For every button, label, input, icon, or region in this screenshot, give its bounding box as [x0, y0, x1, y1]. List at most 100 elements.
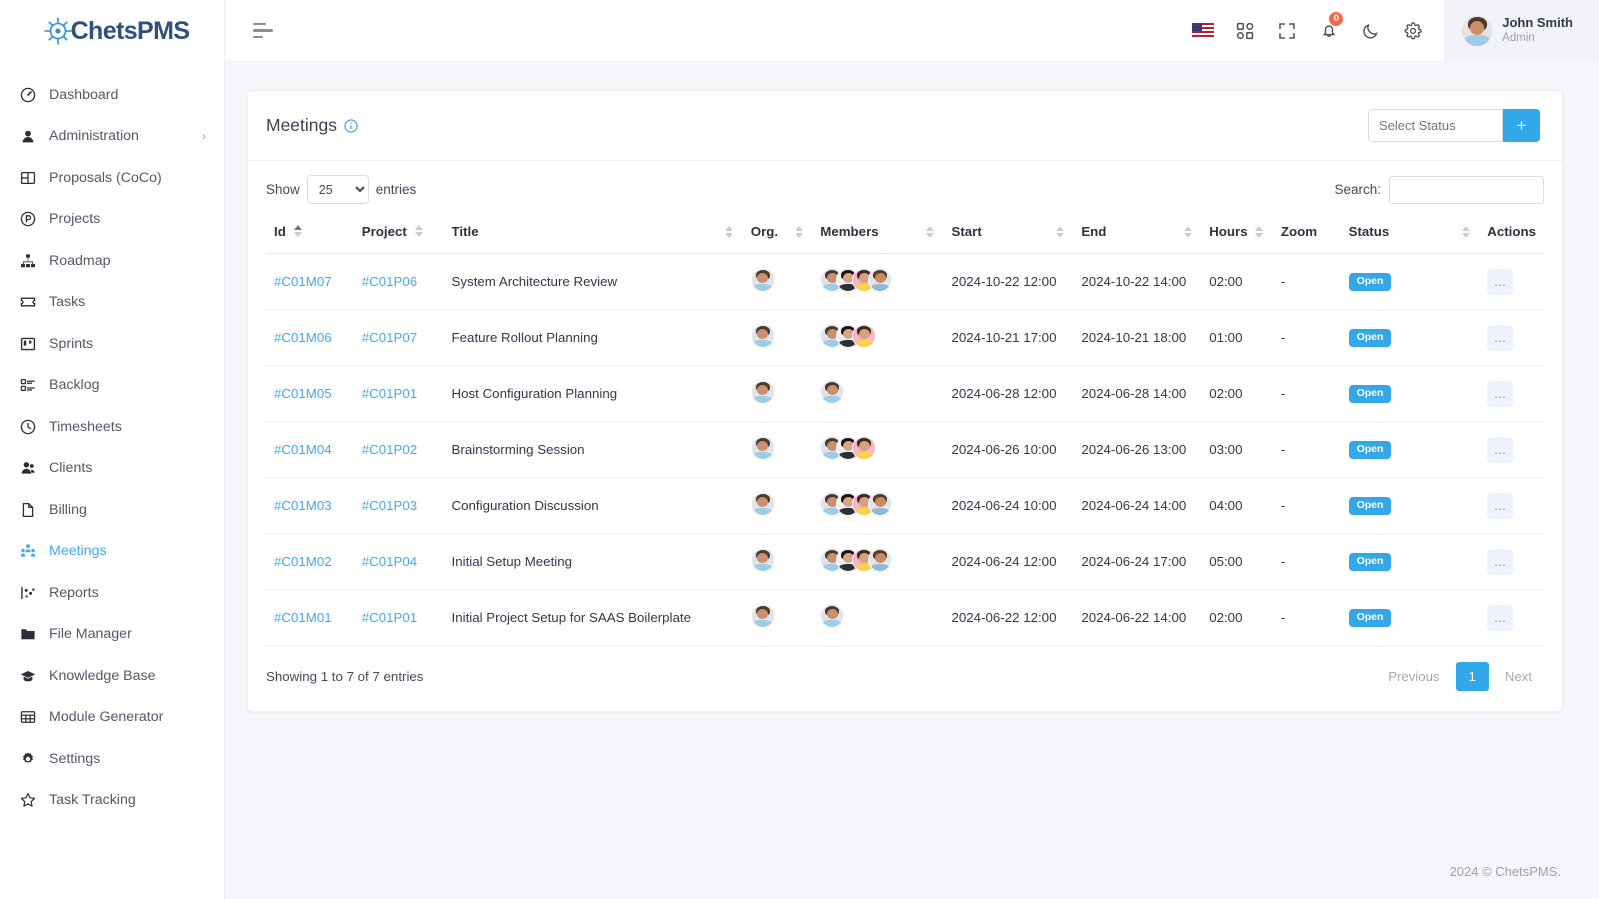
sidebar-item-roadmap[interactable]: Roadmap — [0, 240, 224, 282]
search-input[interactable] — [1389, 175, 1544, 204]
column-header-zoom[interactable]: Zoom — [1272, 214, 1341, 254]
language-flag-icon[interactable] — [1182, 0, 1224, 62]
meeting-id-link[interactable]: #C01M01 — [274, 610, 332, 625]
sidebar-item-settings[interactable]: Settings — [0, 738, 224, 780]
sidebar-item-tasks[interactable]: Tasks — [0, 282, 224, 324]
meeting-id-link[interactable]: #C01M03 — [274, 498, 332, 513]
row-actions-button[interactable]: ... — [1487, 492, 1514, 519]
sidebar-item-backlog[interactable]: Backlog — [0, 365, 224, 407]
sidebar-item-dashboard[interactable]: Dashboard — [0, 74, 224, 116]
member-avatar — [852, 436, 877, 460]
meeting-id-link[interactable]: #C01M02 — [274, 554, 332, 569]
meeting-id-link[interactable]: #C01M05 — [274, 386, 332, 401]
table-row[interactable]: #C01M04 #C01P02 Brainstorming Session 2024-… — [266, 421, 1544, 478]
column-header-project[interactable]: Project — [353, 214, 444, 254]
page-length-select[interactable]: 10 25 50 100 — [306, 175, 369, 204]
sidebar-item-reports[interactable]: Reports — [0, 572, 224, 614]
brand-logo-block[interactable]: ChetsPMS — [0, 0, 224, 62]
column-header-hours[interactable]: Hours — [1201, 214, 1273, 254]
cell-start: 2024-06-24 10:00 — [943, 477, 1074, 534]
board-icon — [20, 336, 42, 352]
apps-grid-icon[interactable] — [1224, 0, 1266, 62]
cell-end: 2024-06-24 14:00 — [1073, 477, 1202, 534]
row-actions-button[interactable]: ... — [1487, 548, 1514, 575]
cell-id: #C01M06 — [266, 309, 354, 366]
table-row[interactable]: #C01M03 #C01P03 Configuration Discussion 20… — [266, 477, 1544, 534]
meeting-id-link[interactable]: #C01M04 — [274, 442, 332, 457]
table-row[interactable]: #C01M06 #C01P07 Feature Rollout Planning 20… — [266, 309, 1544, 366]
column-header-title[interactable]: Title — [443, 214, 743, 254]
pagination-next[interactable]: Next — [1493, 663, 1544, 690]
cell-hours: 02:00 — [1201, 589, 1273, 646]
user-profile-menu[interactable]: John Smith Admin — [1444, 0, 1599, 62]
sidebar-item-proposals[interactable]: Proposals (CoCo) — [0, 157, 224, 199]
sidebar-item-label: Dashboard — [49, 86, 119, 103]
member-avatars — [820, 268, 893, 292]
project-id-link[interactable]: #C01P02 — [362, 442, 417, 457]
clock-icon — [20, 419, 42, 435]
column-header-status[interactable]: Status — [1340, 214, 1480, 254]
row-actions-button[interactable]: ... — [1487, 604, 1514, 631]
project-id-link[interactable]: #C01P07 — [362, 330, 417, 345]
dark-mode-moon-icon[interactable] — [1350, 0, 1392, 62]
settings-gear-icon[interactable] — [1392, 0, 1434, 62]
column-header-id[interactable]: Id — [266, 214, 354, 254]
cell-actions: ... — [1479, 253, 1544, 310]
status-badge: Open — [1348, 441, 1392, 459]
add-meeting-button[interactable]: + — [1503, 109, 1540, 142]
column-label: Id — [274, 224, 286, 239]
select-status-input[interactable] — [1368, 109, 1503, 142]
users-icon — [20, 460, 42, 476]
sidebar-item-sprints[interactable]: Sprints — [0, 323, 224, 365]
sidebar-item-label: Roadmap — [49, 252, 111, 269]
meeting-id-link[interactable]: #C01M07 — [274, 274, 332, 289]
project-id-link[interactable]: #C01P04 — [362, 554, 417, 569]
fullscreen-icon[interactable] — [1266, 0, 1308, 62]
cell-status: Open — [1340, 421, 1480, 478]
column-header-actions[interactable]: Actions — [1479, 214, 1544, 254]
cell-title: Feature Rollout Planning — [443, 309, 743, 366]
meetings-table: Id Project Title Org. Members Start End … — [266, 214, 1544, 646]
sidebar-item-file-manager[interactable]: File Manager — [0, 614, 224, 656]
sort-arrows-icon — [1182, 226, 1193, 238]
sidebar-item-administration[interactable]: Administration › — [0, 116, 224, 158]
sidebar-item-meetings[interactable]: Meetings — [0, 531, 224, 573]
column-header-end[interactable]: End — [1073, 214, 1202, 254]
sidebar-item-task-tracking[interactable]: Task Tracking — [0, 780, 224, 822]
meeting-id-link[interactable]: #C01M06 — [274, 330, 332, 345]
sidebar-item-clients[interactable]: Clients — [0, 448, 224, 490]
table-row[interactable]: #C01M02 #C01P04 Initial Setup Meeting 2024-… — [266, 533, 1544, 590]
hamburger-icon[interactable] — [253, 22, 275, 39]
project-id-link[interactable]: #C01P01 — [362, 386, 417, 401]
table-row[interactable]: #C01M05 #C01P01 Host Configuration Plannin… — [266, 365, 1544, 422]
info-circle-icon[interactable] — [344, 118, 358, 133]
pagination-page-1[interactable]: 1 — [1455, 662, 1489, 691]
column-header-org[interactable]: Org. — [742, 214, 813, 254]
row-actions-button[interactable]: ... — [1487, 324, 1514, 351]
cell-org — [742, 309, 813, 366]
project-id-link[interactable]: #C01P01 — [362, 610, 417, 625]
notification-bell-icon[interactable]: 0 — [1308, 0, 1350, 62]
pagination-previous[interactable]: Previous — [1376, 663, 1451, 690]
table-row[interactable]: #C01M07 #C01P06 System Architecture Review… — [266, 253, 1544, 310]
sidebar-item-knowledge-base[interactable]: Knowledge Base — [0, 655, 224, 697]
column-label: Title — [451, 224, 479, 239]
row-actions-button[interactable]: ... — [1487, 380, 1514, 407]
column-label: Project — [361, 224, 407, 239]
meetings-card: Meetings + Show — [247, 90, 1563, 712]
row-actions-button[interactable]: ... — [1487, 436, 1514, 463]
cell-org — [742, 421, 813, 478]
project-id-link[interactable]: #C01P06 — [362, 274, 417, 289]
sidebar-item-projects[interactable]: Projects — [0, 199, 224, 241]
sidebar-item-label: Tasks — [49, 294, 86, 311]
sidebar-item-module-generator[interactable]: Module Generator — [0, 697, 224, 739]
org-avatars — [750, 380, 775, 404]
sidebar-item-billing[interactable]: Billing — [0, 489, 224, 531]
column-header-start[interactable]: Start — [943, 214, 1074, 254]
column-header-members[interactable]: Members — [812, 214, 944, 254]
table-row[interactable]: #C01M01 #C01P01 Initial Project Setup for … — [266, 589, 1544, 646]
project-id-link[interactable]: #C01P03 — [362, 498, 417, 513]
sort-arrows-icon — [793, 226, 804, 238]
sidebar-item-timesheets[interactable]: Timesheets — [0, 406, 224, 448]
row-actions-button[interactable]: ... — [1487, 268, 1514, 295]
